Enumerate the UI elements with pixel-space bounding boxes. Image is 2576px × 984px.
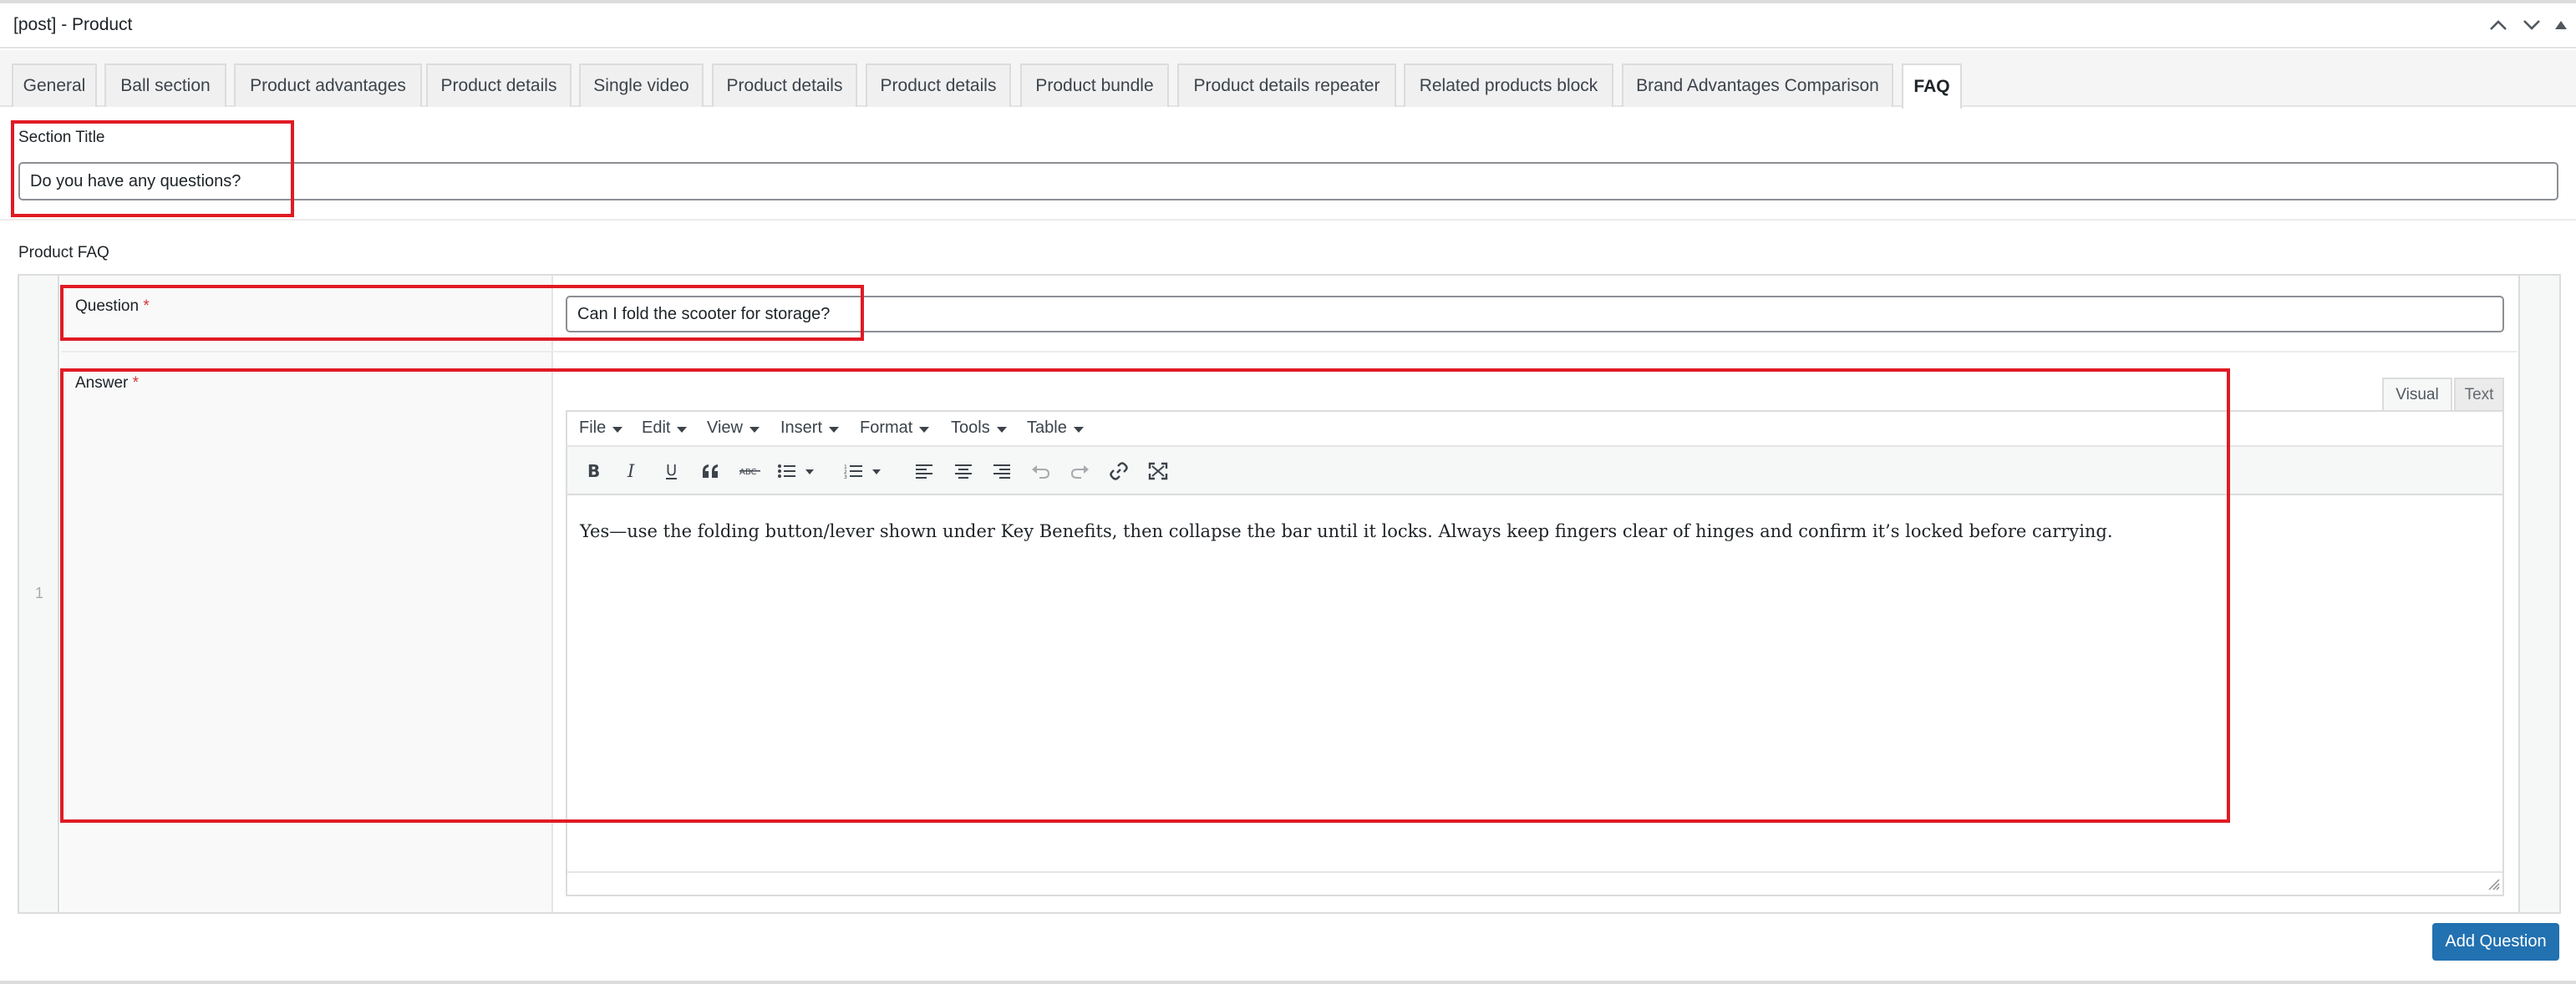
menu-file[interactable]: File — [579, 418, 623, 438]
tab-product-bundle[interactable]: Product bundle — [1020, 63, 1169, 107]
question-input[interactable]: Can I fold the scooter for storage? — [566, 296, 2504, 332]
editor-tab-text[interactable]: Text — [2454, 378, 2504, 411]
repeater-row-actions[interactable] — [2518, 276, 2559, 912]
required-mark: * — [132, 374, 140, 392]
tab-faq[interactable]: FAQ — [1902, 63, 1962, 109]
question-label: Question * — [75, 297, 150, 316]
tab-single-video[interactable]: Single video — [579, 63, 704, 107]
tab-general[interactable]: General — [12, 63, 97, 107]
metabox-header — [0, 3, 2576, 48]
menu-format-label: Format — [860, 418, 913, 437]
menu-table-label: Table — [1027, 418, 1067, 437]
menu-edit[interactable]: Edit — [642, 418, 688, 438]
metabox-title: [post] - Product — [13, 15, 133, 34]
tab-product-details-3[interactable]: Product details — [866, 63, 1011, 107]
tab-product-details-repeater[interactable]: Product details repeater — [1177, 63, 1396, 107]
tab-product-advantages[interactable]: Product advantages — [234, 63, 422, 107]
chevron-down-icon — [919, 427, 930, 433]
fullscreen-icon[interactable] — [1144, 457, 1172, 485]
redo-icon[interactable] — [1065, 457, 1094, 485]
editor-tab-visual[interactable]: Visual — [2382, 378, 2452, 411]
editor-menubar: File Edit View Insert Format Tools Table — [567, 412, 2502, 447]
answer-content-text[interactable]: Yes—use the folding button/lever shown u… — [580, 521, 2113, 541]
svg-text:3: 3 — [844, 474, 847, 479]
editor-statusbar — [567, 871, 2502, 895]
align-center-icon[interactable] — [949, 457, 978, 485]
menu-tools-label: Tools — [951, 418, 990, 437]
svg-text:B: B — [587, 462, 600, 480]
menu-view[interactable]: View — [707, 418, 760, 438]
menu-tools[interactable]: Tools — [951, 418, 1007, 438]
editor-content-area[interactable] — [567, 497, 2502, 871]
chevron-down-icon — [749, 427, 760, 433]
undo-icon[interactable] — [1027, 457, 1055, 485]
bold-icon[interactable]: B — [579, 457, 607, 485]
collapse-toggle-icon[interactable] — [2550, 12, 2572, 38]
chevron-down-icon — [829, 427, 840, 433]
add-question-button[interactable]: Add Question — [2432, 923, 2559, 961]
resize-handle-icon[interactable] — [2487, 877, 2500, 890]
section-title-label: Section Title — [18, 129, 105, 146]
chevron-down-icon — [996, 427, 1007, 433]
tab-brand-advantages-comparison[interactable]: Brand Advantages Comparison — [1622, 63, 1893, 107]
answer-label-text: Answer — [75, 374, 129, 392]
menu-file-label: File — [579, 418, 607, 437]
align-left-icon[interactable] — [910, 457, 938, 485]
question-label-text: Question — [75, 297, 140, 315]
answer-label-column — [61, 353, 553, 912]
chevron-down-icon — [677, 427, 688, 433]
answer-label: Answer * — [75, 374, 139, 393]
bullet-list-icon[interactable] — [775, 457, 816, 485]
blockquote-icon[interactable] — [697, 457, 725, 485]
section-title-input[interactable]: Do you have any questions? — [18, 162, 2558, 200]
chevron-down-icon — [612, 427, 623, 433]
menu-edit-label: Edit — [642, 418, 671, 437]
bottom-border — [0, 981, 2576, 984]
svg-text:ABC: ABC — [739, 468, 757, 477]
chevron-down-icon — [1073, 427, 1084, 433]
strikethrough-icon[interactable]: ABC — [736, 457, 765, 485]
svg-text:I: I — [627, 462, 635, 480]
menu-insert-label: Insert — [780, 418, 823, 437]
link-icon[interactable] — [1105, 457, 1133, 485]
editor-toolbar: B I U ABC 123 — [567, 447, 2502, 495]
tab-product-details-1[interactable]: Product details — [426, 63, 572, 107]
menu-view-label: View — [707, 418, 743, 437]
required-mark: * — [143, 297, 150, 315]
menu-format[interactable]: Format — [860, 418, 930, 438]
tab-bar: General Ball section Product advantages … — [0, 50, 2576, 109]
repeater-row-number: 1 — [34, 585, 43, 601]
divider — [0, 219, 2576, 221]
underline-icon[interactable]: U — [658, 457, 686, 485]
move-up-icon[interactable] — [2485, 12, 2512, 38]
svg-text:U: U — [666, 462, 677, 479]
italic-icon[interactable]: I — [618, 457, 647, 485]
menu-insert[interactable]: Insert — [780, 418, 840, 438]
tab-product-details-2[interactable]: Product details — [712, 63, 857, 107]
product-faq-label: Product FAQ — [18, 244, 109, 261]
move-down-icon[interactable] — [2518, 12, 2545, 38]
numbered-list-icon[interactable]: 123 — [841, 457, 883, 485]
menu-table[interactable]: Table — [1027, 418, 1084, 438]
tab-related-products-block[interactable]: Related products block — [1404, 63, 1613, 107]
tab-ball-section[interactable]: Ball section — [104, 63, 226, 107]
align-right-icon[interactable] — [988, 457, 1016, 485]
